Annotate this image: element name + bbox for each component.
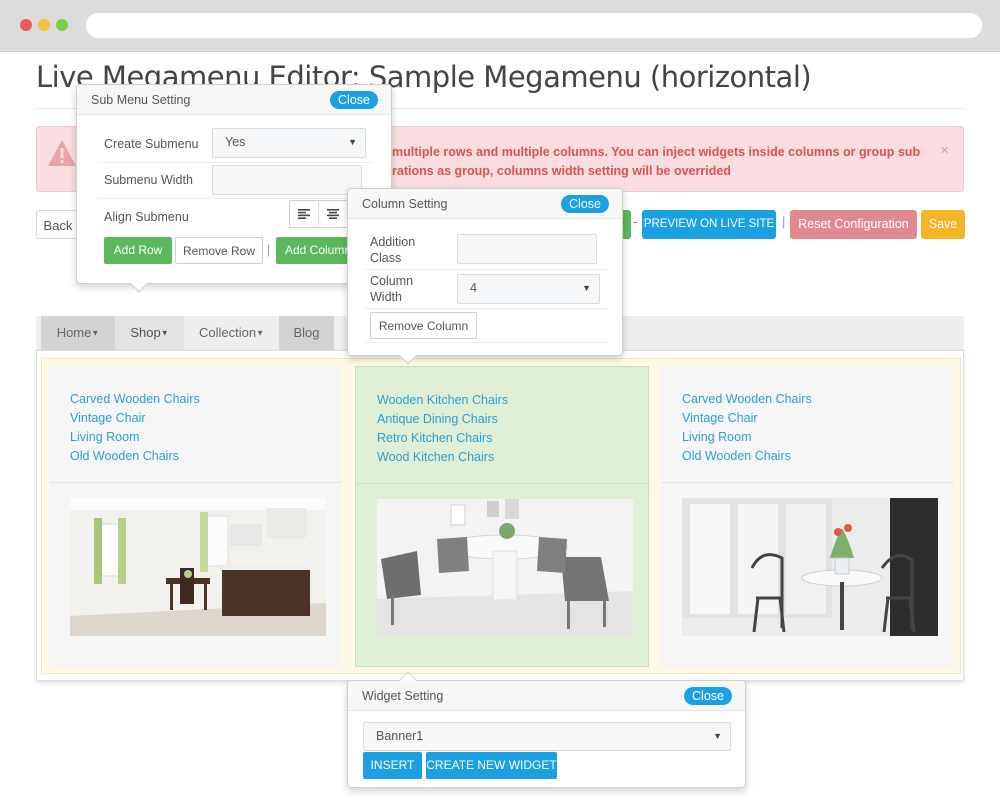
addition-class-label: Addition Class (370, 235, 416, 265)
align-center-button[interactable] (319, 201, 348, 227)
select-value: Yes (225, 135, 246, 149)
maximize-window-dot[interactable] (56, 19, 68, 31)
select-value: Banner1 (376, 729, 424, 743)
menu-item-collection[interactable]: Collection▼ (184, 316, 279, 350)
menu-item-home[interactable]: Home▼ (41, 316, 115, 350)
align-center-icon (327, 209, 339, 219)
menu-link[interactable]: Old Wooden Chairs (70, 447, 200, 466)
row-divider (364, 342, 608, 343)
popover-header: Sub Menu Setting Close (77, 85, 391, 115)
alert-close-icon[interactable]: × (940, 142, 949, 159)
submenu-setting-popover: Sub Menu Setting Close Create Submenu Ye… (76, 84, 406, 293)
chevron-down-icon: ▼ (713, 731, 722, 741)
submenu-width-input[interactable] (212, 165, 362, 195)
warning-icon (47, 139, 77, 169)
reset-configuration-button[interactable]: Reset Configuration (790, 210, 917, 239)
link-list: Carved Wooden Chairs Vintage Chair Livin… (70, 390, 200, 466)
megamenu-column-selected[interactable]: Wooden Kitchen Chairs Antique Dining Cha… (355, 366, 649, 667)
submenu-width-label: Submenu Width (104, 173, 193, 187)
row-divider (364, 269, 608, 270)
button-separator: | (267, 243, 271, 257)
menu-link[interactable]: Wood Kitchen Chairs (377, 448, 508, 467)
menu-link[interactable]: Retro Kitchen Chairs (377, 429, 508, 448)
close-button[interactable]: Close (330, 91, 378, 109)
toolbar-separator: | (782, 214, 786, 229)
popover-title: Column Setting (362, 197, 448, 211)
dining-room-photo[interactable] (377, 499, 633, 637)
create-new-widget-button[interactable]: CREATE NEW WIDGET (426, 752, 557, 779)
close-button[interactable]: Close (561, 195, 609, 213)
menu-link[interactable]: Carved Wooden Chairs (682, 390, 812, 409)
add-row-button[interactable]: Add Row (104, 237, 172, 264)
chevron-down-icon: ▼ (348, 137, 357, 147)
popover-title: Sub Menu Setting (91, 93, 191, 107)
widget-select[interactable]: Banner1 ▼ (363, 722, 731, 751)
minimize-window-dot[interactable] (38, 19, 50, 31)
close-button[interactable]: Close (684, 687, 732, 705)
link-list: Wooden Kitchen Chairs Antique Dining Cha… (377, 391, 508, 467)
insert-widget-button[interactable]: INSERT (363, 752, 422, 779)
save-button[interactable]: Save (921, 210, 965, 239)
menu-link[interactable]: Old Wooden Chairs (682, 447, 812, 466)
close-window-dot[interactable] (20, 19, 32, 31)
caret-down-icon: ▼ (160, 328, 169, 338)
remove-row-button[interactable]: Remove Row (175, 237, 263, 264)
caret-down-icon: ▼ (256, 328, 264, 338)
menu-item-label: Shop (130, 325, 161, 340)
alert-text-line: multiple rows and multiple columns. You … (392, 145, 921, 159)
column-divider (356, 483, 648, 484)
popover-arrow (130, 275, 148, 293)
alert-text-line: rations as group, columns width setting … (392, 164, 731, 178)
browser-chrome (0, 0, 1000, 52)
column-setting-popover: Column Setting Close Addition Class Colu… (347, 188, 623, 365)
menu-link[interactable]: Living Room (682, 428, 812, 447)
row-divider (97, 162, 373, 163)
menu-link[interactable]: Carved Wooden Chairs (70, 390, 200, 409)
back-button[interactable]: Back (36, 210, 80, 239)
align-left-icon (298, 209, 310, 219)
megamenu-row[interactable]: Carved Wooden Chairs Vintage Chair Livin… (41, 358, 961, 674)
menu-link[interactable]: Vintage Chair (70, 409, 200, 428)
address-bar[interactable] (86, 13, 982, 38)
toolbar-separator: - (633, 214, 638, 229)
widget-setting-popover: Widget Setting Close Banner1 ▼ INSERT CR… (347, 671, 746, 788)
bistro-table-photo[interactable] (682, 498, 938, 636)
caret-down-icon: ▼ (91, 328, 100, 338)
alert-text: multiple rows and multiple columns. You … (392, 143, 932, 181)
row-divider (364, 308, 608, 309)
column-width-select[interactable]: 4 ▼ (457, 274, 600, 304)
menu-item-label: Collection (198, 325, 257, 340)
column-width-label: Column Width (370, 274, 414, 304)
align-submenu-label: Align Submenu (104, 210, 189, 224)
popover-title: Widget Setting (362, 689, 444, 703)
chevron-down-icon: ▼ (582, 283, 591, 293)
kitchen-photo[interactable] (70, 498, 326, 636)
link-list: Carved Wooden Chairs Vintage Chair Livin… (682, 390, 812, 466)
remove-column-button[interactable]: Remove Column (370, 312, 477, 339)
row-divider (97, 198, 373, 199)
popover-header: Widget Setting Close (348, 681, 745, 711)
megamenu-dropdown-panel: Carved Wooden Chairs Vintage Chair Livin… (36, 350, 964, 681)
column-divider (49, 482, 341, 483)
menu-item-shop[interactable]: Shop▼ (115, 316, 184, 350)
column-divider (661, 482, 953, 483)
menu-link[interactable]: Wooden Kitchen Chairs (377, 391, 508, 410)
create-submenu-label: Create Submenu (104, 137, 199, 151)
menu-link[interactable]: Living Room (70, 428, 200, 447)
menu-item-label: Home (56, 325, 92, 340)
addition-class-input[interactable] (457, 234, 597, 264)
menu-link[interactable]: Vintage Chair (682, 409, 812, 428)
create-submenu-select[interactable]: Yes ▼ (212, 128, 366, 158)
megamenu-column[interactable]: Carved Wooden Chairs Vintage Chair Livin… (661, 366, 953, 667)
preview-live-site-button[interactable]: PREVIEW ON LIVE SITE (642, 210, 776, 239)
align-left-button[interactable] (290, 201, 319, 227)
popover-header: Column Setting Close (348, 189, 622, 219)
megamenu-column[interactable]: Carved Wooden Chairs Vintage Chair Livin… (49, 366, 341, 667)
menu-item-label: Blog (293, 325, 320, 340)
select-value: 4 (470, 281, 477, 295)
menu-link[interactable]: Antique Dining Chairs (377, 410, 508, 429)
menu-item-blog[interactable]: Blog (279, 316, 334, 350)
